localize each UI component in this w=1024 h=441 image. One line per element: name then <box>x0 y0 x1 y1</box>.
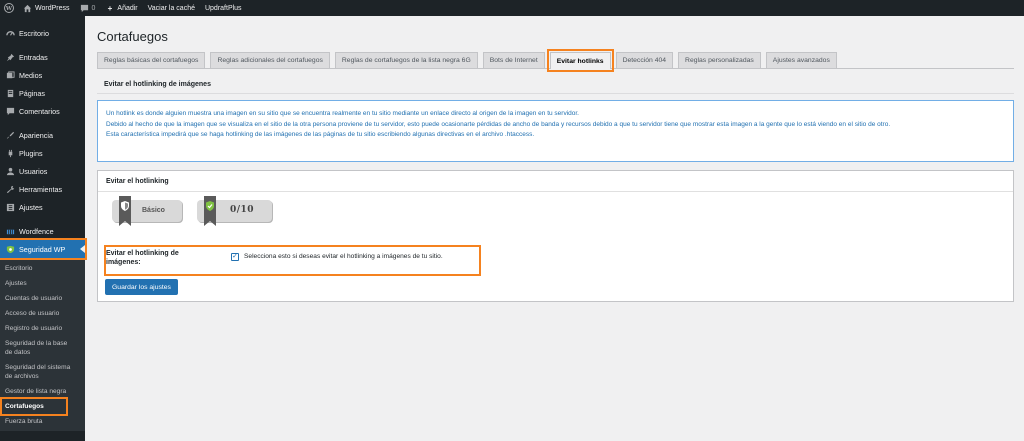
tab-lista-negra-6g[interactable]: Reglas de cortafuegos de la lista negra … <box>334 52 478 68</box>
updraftplus-label: UpdraftPlus <box>204 4 242 12</box>
plus-icon: + <box>107 3 113 13</box>
sidebar-item-label: Plugins <box>19 148 43 158</box>
info-notice: Un hotlink es donde alguien muestra una … <box>97 100 1014 162</box>
wordpress-logo-icon[interactable]: W <box>0 0 18 16</box>
sidebar-item-seguridad-wp[interactable]: Seguridad WP <box>0 238 87 260</box>
sidebar-item-usuarios[interactable]: Usuarios <box>0 162 85 180</box>
sidebar-item-wordfence[interactable]: Wordfence <box>0 222 85 240</box>
info-line: Esta característica impedirá que se haga… <box>106 131 535 138</box>
submenu-item-ajustes[interactable]: Ajustes <box>0 276 85 291</box>
comments-link[interactable]: 0 <box>75 0 101 16</box>
divider <box>98 191 1013 192</box>
sidebar-item-label: Entradas <box>19 52 48 62</box>
hotlink-option-row: Evitar el hotlinking de imágenes: ✓ Sele… <box>104 245 481 276</box>
hotlink-option-description: Selecciona esto si deseas evitar el hotl… <box>244 253 443 260</box>
shield-icon <box>5 244 15 254</box>
plugin-icon <box>5 148 15 158</box>
users-icon <box>5 166 15 176</box>
sidebar-item-ajustes[interactable]: Ajustes <box>0 198 85 216</box>
tab-bar: Reglas básicas del cortafuegos Reglas ad… <box>97 49 1014 72</box>
settings-panel: Evitar el hotlinking Básico 0/10 Evitar … <box>97 170 1014 302</box>
sidebar-item-label: Usuarios <box>19 166 48 176</box>
settings-icon <box>5 202 15 212</box>
save-settings-button[interactable]: Guardar los ajustes <box>105 279 178 295</box>
submenu-item-lista-negra[interactable]: Gestor de lista negra <box>0 384 85 399</box>
info-line: Debido al hecho de que la imagen que se … <box>106 120 891 128</box>
pages-icon <box>5 88 15 98</box>
sidebar-item-comentarios[interactable]: Comentarios <box>0 102 85 120</box>
media-icon <box>5 70 15 80</box>
sidebar-item-label: Páginas <box>19 88 45 98</box>
dashboard-icon <box>5 28 15 38</box>
submenu-item-seguridad-archivos[interactable]: Seguridad del sistema de archivos <box>0 360 80 384</box>
sidebar-item-label: Ajustes <box>19 202 43 212</box>
site-name-link[interactable]: WordPress <box>18 0 75 16</box>
wrench-icon <box>5 184 15 194</box>
comments-count: 0 <box>91 4 96 12</box>
tab-reglas-personalizadas[interactable]: Reglas personalizadas <box>678 52 761 68</box>
security-level-label: Básico <box>142 207 165 214</box>
sidebar-item-herramientas[interactable]: Herramientas <box>0 180 85 198</box>
tab-deteccion-404[interactable]: Detección 404 <box>615 52 674 68</box>
sidebar-item-paginas[interactable]: Páginas <box>0 84 85 102</box>
svg-text:W: W <box>5 6 13 12</box>
sidebar-item-medios[interactable]: Medios <box>0 66 85 84</box>
submenu-item-seguridad-bd[interactable]: Seguridad de la base de datos <box>0 336 80 360</box>
checkmark-icon: ✓ <box>232 253 238 260</box>
wordfence-icon <box>5 226 15 236</box>
updraftplus-link[interactable]: UpdraftPlus <box>200 0 247 16</box>
main-content: Cortafuegos Reglas básicas del cortafueg… <box>97 16 1015 302</box>
sidebar-item-label: Escritorio <box>19 28 49 38</box>
ribbon-shield-icon <box>119 196 131 226</box>
sidebar-item-label: Apariencia <box>19 130 53 140</box>
tab-bots-internet[interactable]: Bots de Internet <box>482 52 545 68</box>
brush-icon <box>5 130 15 140</box>
panel-title: Evitar el hotlinking <box>106 178 169 185</box>
submenu-item-registro-usuario[interactable]: Registro de usuario <box>0 321 85 336</box>
sidebar-item-label: Seguridad WP <box>19 244 66 254</box>
tab-reglas-basicas[interactable]: Reglas básicas del cortafuegos <box>97 52 206 68</box>
submenu-item-cortafuegos[interactable]: Cortafuegos <box>0 397 68 416</box>
divider <box>97 93 1014 94</box>
hotlink-option-label: Evitar el hotlinking de imágenes: <box>106 250 179 266</box>
security-score-badge: 0/10 <box>197 196 272 226</box>
comments-icon <box>5 106 15 116</box>
sidebar-item-apariencia[interactable]: Apariencia <box>0 126 85 144</box>
site-name-label: WordPress <box>35 4 70 12</box>
new-content-label: Añadir <box>117 4 138 12</box>
pin-icon <box>5 52 15 62</box>
tab-ajustes-avanzados[interactable]: Ajustes avanzados <box>765 52 837 68</box>
admin-bar: W WordPress 0 + Añadir Vaciar la caché U… <box>0 0 1024 16</box>
submenu-item-acceso-usuario[interactable]: Acceso de usuario <box>0 306 85 321</box>
info-line: Un hotlink es donde alguien muestra una … <box>106 110 579 117</box>
comment-bubble-icon <box>80 4 89 13</box>
clear-cache-label: Vaciar la caché <box>147 4 195 12</box>
sidebar-item-label: Wordfence <box>19 226 54 236</box>
sidebar-item-escritorio[interactable]: Escritorio <box>0 24 85 42</box>
sidebar-item-label: Herramientas <box>19 184 63 194</box>
submenu-item-cuentas-usuario[interactable]: Cuentas de usuario <box>0 291 85 306</box>
sidebar-item-label: Comentarios <box>19 106 60 116</box>
new-content-link[interactable]: + Añadir <box>100 0 142 16</box>
security-score-value: 0/10 <box>230 205 255 215</box>
home-icon <box>23 4 32 13</box>
page-title: Cortafuegos <box>97 29 168 44</box>
security-submenu: Escritorio Ajustes Cuentas de usuario Ac… <box>0 258 85 431</box>
sidebar-item-plugins[interactable]: Plugins <box>0 144 85 162</box>
admin-sidebar: Escritorio Entradas Medios Páginas Comen… <box>0 16 87 441</box>
section-title: Evitar el hotlinking de imágenes <box>104 81 211 88</box>
hotlink-checkbox[interactable]: ✓ <box>231 253 239 261</box>
clear-cache-link[interactable]: Vaciar la caché <box>143 0 200 16</box>
submenu-item-escritorio[interactable]: Escritorio <box>0 261 85 276</box>
sidebar-item-entradas[interactable]: Entradas <box>0 48 85 66</box>
tab-reglas-adicionales[interactable]: Reglas adicionales del cortafuegos <box>210 52 330 68</box>
sidebar-item-label: Medios <box>19 70 43 80</box>
ribbon-shield-check-icon <box>204 196 216 226</box>
security-level-badge: Básico <box>112 196 182 226</box>
tab-evitar-hotlinks[interactable]: Evitar hotlinks <box>546 49 614 72</box>
submenu-item-fuerza-bruta[interactable]: Fuerza bruta <box>0 414 85 429</box>
